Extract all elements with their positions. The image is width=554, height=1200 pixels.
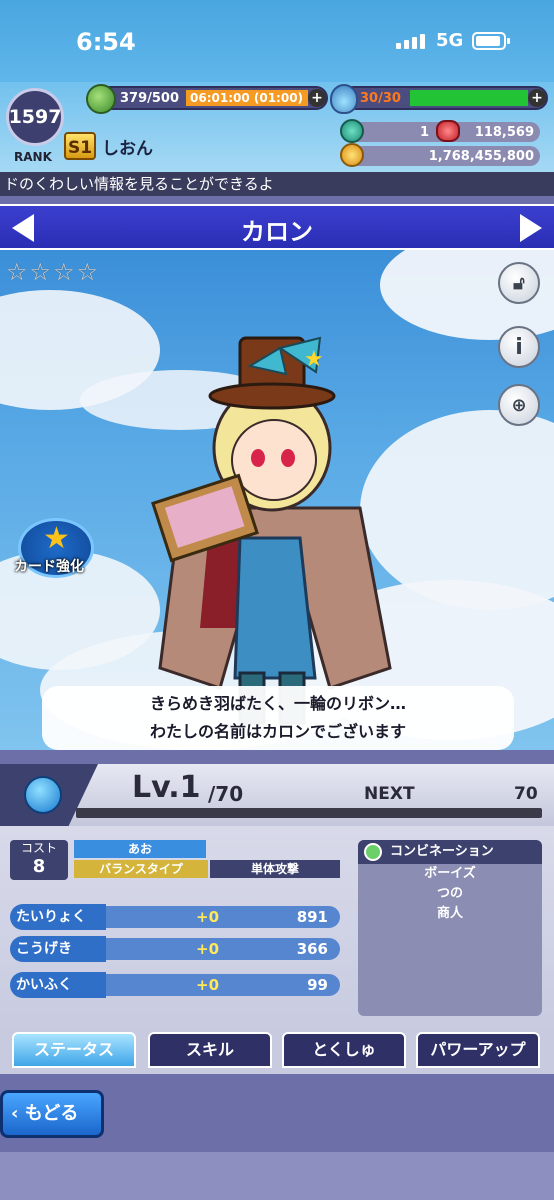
- chevron-left-icon: ‹: [11, 1103, 19, 1124]
- stats-panel: コスト 8 あお バランスタイプ 単体攻撃 +0 891 たいりょく +0 36…: [0, 826, 554, 1032]
- card-art: ☆ ☆ ☆ ☆ 🔓︎ i ⊕ ★ カード強化 ★ きらめき羽ばたく、一輪のリボン…: [0, 250, 554, 750]
- next-label: NEXT: [364, 784, 415, 804]
- potion-icon: [330, 84, 358, 114]
- stat-label: こうげき: [10, 936, 106, 962]
- coin-row: 1,768,455,800: [340, 143, 540, 167]
- stat-bar: +0 366: [102, 938, 340, 960]
- card-title-band: カロン: [0, 204, 554, 250]
- potion-pill: 30/30 +: [330, 84, 548, 114]
- attribute-type: バランスタイプ: [74, 860, 208, 878]
- stamina-plus-icon[interactable]: +: [308, 89, 326, 107]
- tab-skill[interactable]: スキル: [148, 1032, 272, 1068]
- tab-status[interactable]: ステータス: [12, 1032, 136, 1068]
- stamina-value: 379/500: [120, 90, 180, 106]
- rank-label: RANK: [14, 150, 52, 164]
- stat-value: 366: [296, 940, 328, 958]
- level-text: Lv.1: [132, 770, 201, 805]
- stat-label: かいふく: [10, 972, 106, 998]
- blue-puyo-icon: [24, 776, 62, 814]
- potion-value: 30/30: [360, 90, 401, 106]
- tab-special[interactable]: とくしゅ: [282, 1032, 406, 1068]
- player-header: 1597 RANK 379/500 06:01:00 (01:00) + 30/…: [0, 82, 554, 172]
- combination-item: つの: [436, 886, 463, 901]
- combination-title: コンビネーション: [358, 840, 542, 864]
- potion-bar: [410, 90, 528, 106]
- next-value: 70: [514, 784, 538, 804]
- svg-text:★: ★: [304, 347, 324, 372]
- back-label: もどる: [24, 1103, 79, 1124]
- gem-ruby-row: 1 118,569: [340, 119, 540, 143]
- quote-line-1: きらめき羽ばたく、一輪のリボン…: [149, 694, 406, 713]
- stat-row-hp: +0 891 たいりょく: [10, 904, 340, 930]
- coin-count: 1,768,455,800: [428, 148, 534, 164]
- star-icon: ★: [43, 521, 70, 556]
- coin-icon: [340, 143, 364, 167]
- back-button[interactable]: ‹ もどる: [0, 1090, 104, 1138]
- card-enhance-label[interactable]: カード強化: [14, 556, 84, 576]
- exp-bar: [76, 808, 542, 818]
- stat-bar: +0 99: [102, 974, 340, 996]
- gem-count: 1: [420, 124, 430, 140]
- star-icon: ☆: [76, 258, 99, 286]
- character-illustration: ★: [151, 336, 392, 725]
- card-quote: きらめき羽ばたく、一輪のリボン… わたしの名前はカロンでございます: [42, 686, 514, 750]
- detail-tabs: ステータス スキル とくしゅ パワーアップ: [0, 1032, 554, 1074]
- ruby-icon: [436, 120, 460, 142]
- rank-badge[interactable]: 1597: [6, 88, 64, 146]
- attribute-color: あお: [74, 840, 206, 858]
- stamina-timer: 06:01:00 (01:00): [186, 90, 308, 106]
- zoom-icon[interactable]: ⊕: [498, 384, 540, 426]
- combination-item: ボーイズ: [424, 866, 476, 881]
- bottom-bar: [0, 1152, 554, 1200]
- network-label: 5G: [436, 30, 464, 51]
- gem-icon: [340, 119, 364, 143]
- potion-plus-icon[interactable]: +: [528, 89, 546, 107]
- cost-box: コスト 8: [10, 840, 68, 880]
- stat-value: 891: [296, 908, 328, 926]
- attribute-attack: 単体攻撃: [210, 860, 340, 878]
- ruby-count: 118,569: [474, 124, 534, 140]
- stat-label: たいりょく: [10, 904, 106, 930]
- card-name: カロン: [241, 218, 313, 246]
- stat-plus: +0: [196, 908, 220, 926]
- player-name: しおん: [102, 138, 153, 159]
- combination-title-text: コンビネーション: [390, 844, 494, 859]
- combination-box: コンビネーション ボーイズ つの 商人: [358, 840, 542, 1016]
- battery-icon: [472, 32, 510, 50]
- stat-row-recovery: +0 99 かいふく: [10, 972, 340, 998]
- signal-icon: [396, 34, 425, 49]
- star-icon: ☆: [29, 258, 52, 286]
- stat-plus: +0: [196, 976, 220, 994]
- stat-bar: +0 891: [102, 906, 340, 928]
- info-ticker: ドのくわしい情報を見ることができるよ: [0, 172, 554, 196]
- next-card-arrow-icon[interactable]: [520, 214, 542, 242]
- level-band: Lv.1 /70 NEXT 70: [0, 764, 554, 826]
- player-name-row: S1 しおん: [64, 132, 153, 160]
- resource-top-row: 379/500 06:01:00 (01:00) + 30/30 +: [86, 84, 548, 114]
- class-badge: S1: [64, 132, 96, 160]
- cost-value: 8: [32, 856, 46, 877]
- status-bar: 6:54 5G: [0, 0, 554, 82]
- quote-line-2: わたしの名前はカロンでございます: [149, 722, 406, 741]
- stat-row-attack: +0 366 こうげき: [10, 936, 340, 962]
- lock-icon[interactable]: 🔓︎: [498, 262, 540, 304]
- status-time: 6:54: [76, 28, 136, 56]
- level-max: /70: [208, 782, 244, 806]
- combination-icon: [364, 843, 382, 861]
- stamina-pill: 379/500 06:01:00 (01:00) +: [86, 84, 328, 114]
- footer: ‹ もどる: [0, 1074, 554, 1200]
- stat-value: 99: [307, 976, 328, 994]
- stamina-leaf-icon: [86, 84, 116, 114]
- star-icon: ☆: [53, 258, 75, 286]
- combination-item: 商人: [436, 906, 463, 921]
- stat-plus: +0: [196, 940, 220, 958]
- rarity-stars: ☆ ☆ ☆ ☆: [6, 260, 98, 284]
- info-icon[interactable]: i: [498, 326, 540, 368]
- star-icon: ☆: [6, 258, 28, 286]
- tab-power-up[interactable]: パワーアップ: [416, 1032, 540, 1068]
- cost-label: コスト: [20, 841, 57, 855]
